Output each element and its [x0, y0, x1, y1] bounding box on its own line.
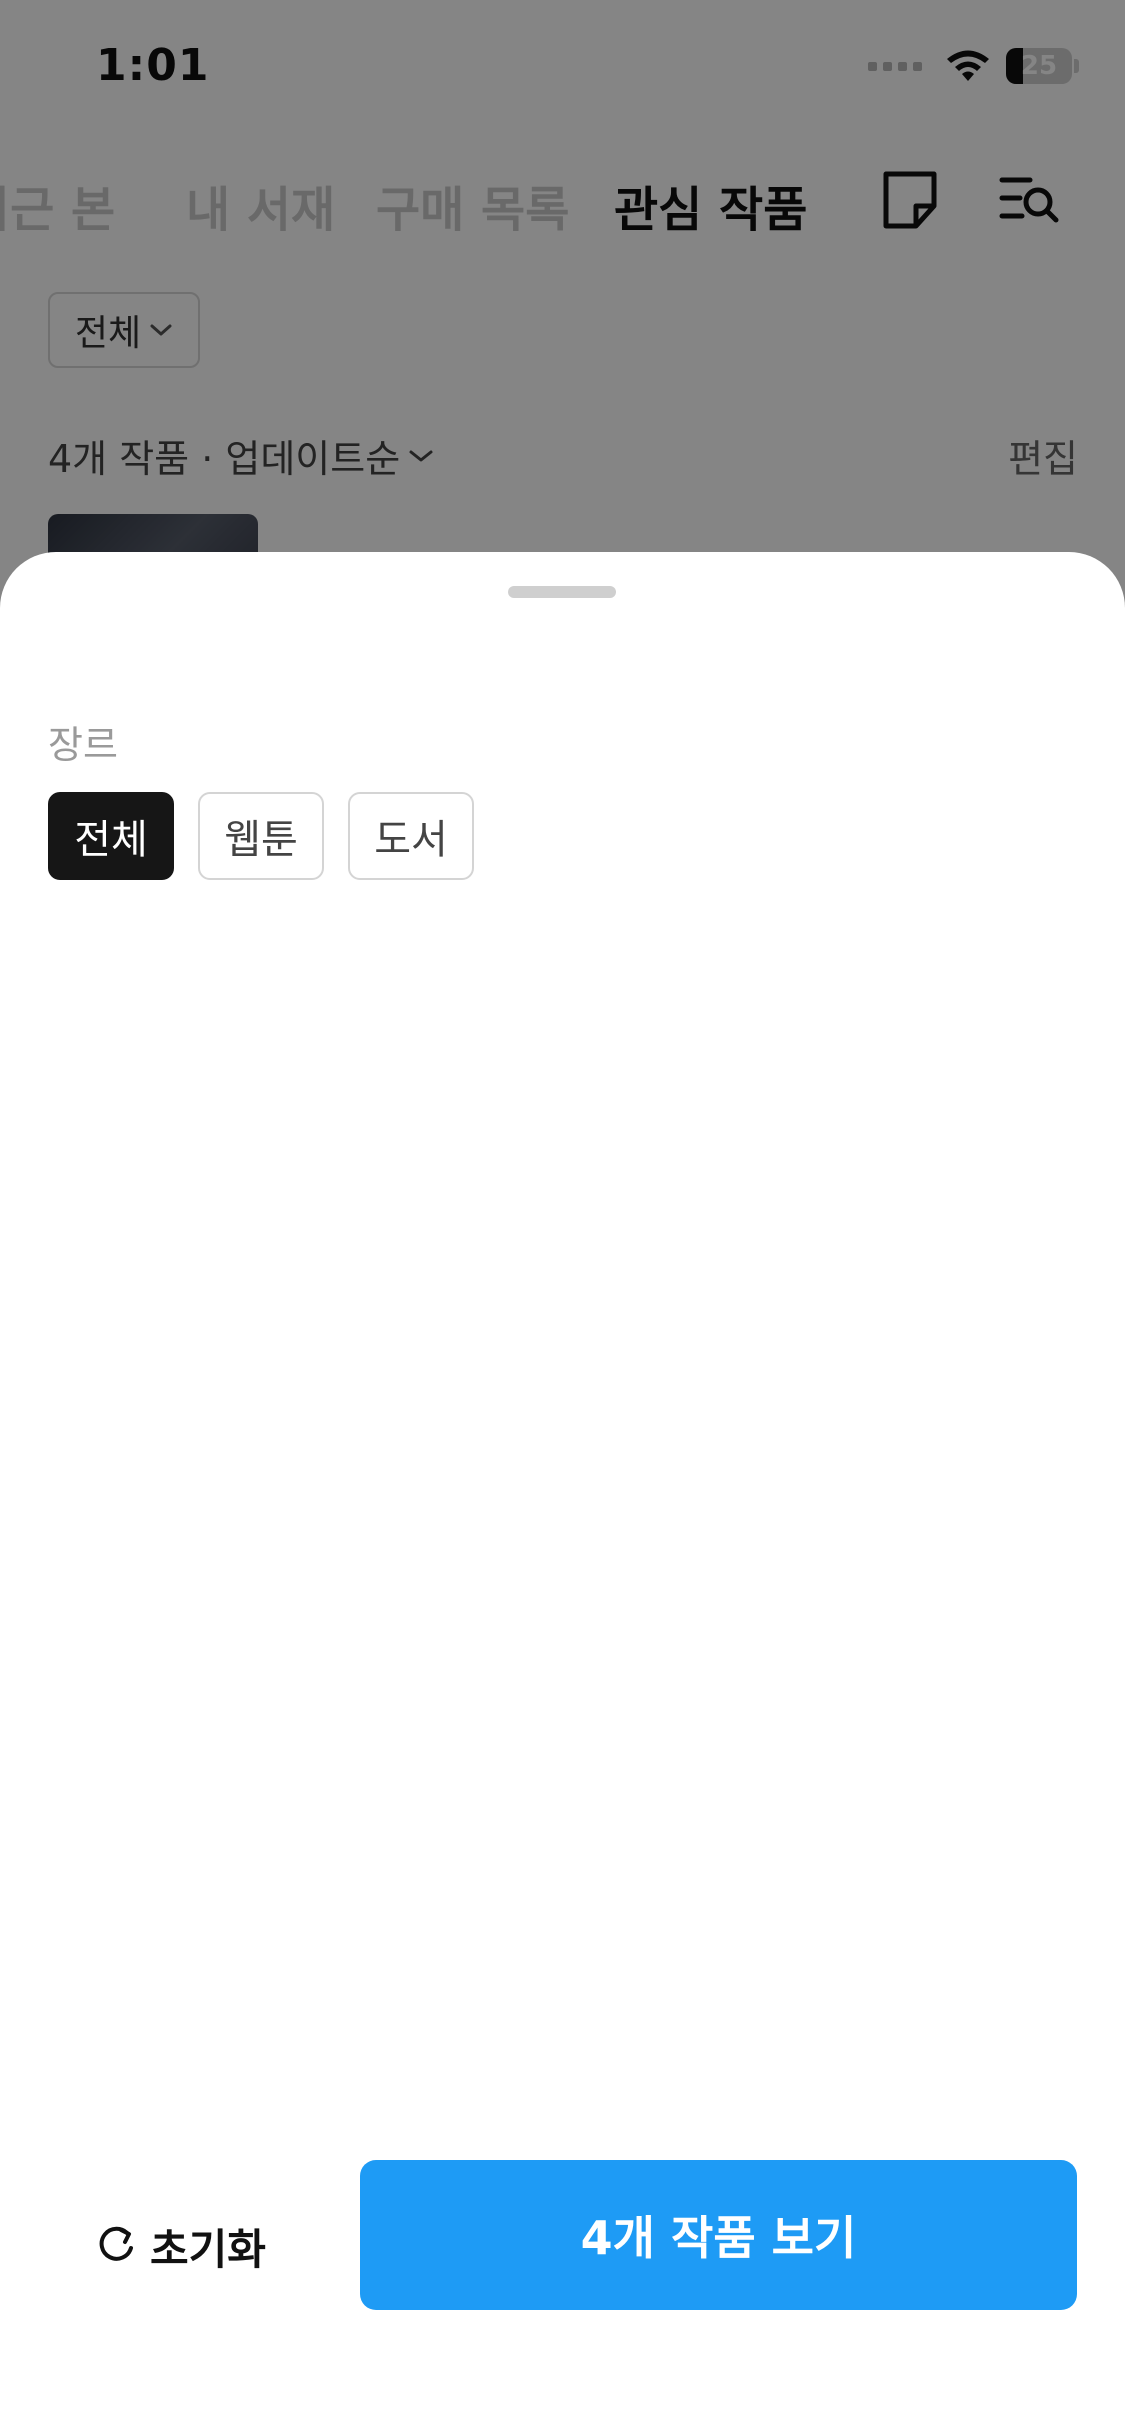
genre-chip-book[interactable]: 도서 — [348, 792, 474, 880]
show-works-button[interactable]: 4개 작품 보기 — [360, 2160, 1077, 2310]
genre-chip-group: 전체 웹툰 도서 — [48, 792, 474, 880]
genre-chip-webtoon[interactable]: 웹툰 — [198, 792, 324, 880]
genre-section-title: 장르 — [48, 723, 118, 767]
refresh-icon — [99, 2226, 133, 2261]
reset-label: 초기화 — [150, 2224, 266, 2274]
genre-chip-all[interactable]: 전체 — [48, 792, 174, 880]
reset-button[interactable]: 초기화 — [94, 2210, 266, 2282]
filter-bottom-sheet: 장르 전체 웹툰 도서 초기화 4개 작품 보기 — [0, 552, 1125, 2436]
sheet-drag-handle[interactable] — [508, 586, 616, 598]
